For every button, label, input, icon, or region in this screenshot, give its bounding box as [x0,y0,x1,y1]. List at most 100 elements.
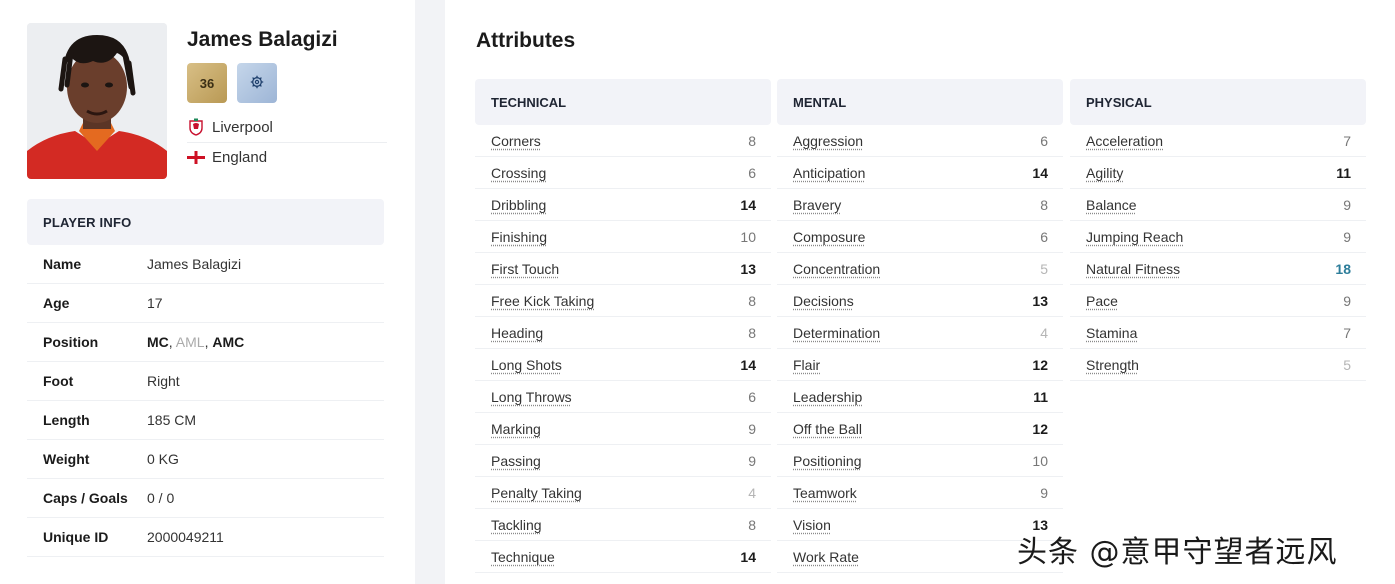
info-value: 0 KG [147,451,179,467]
club-link[interactable]: Liverpool [187,118,273,136]
attribute-row: Pace 9 [1070,285,1366,317]
info-label: Length [43,412,90,428]
attribute-name-link[interactable]: Stamina [1086,325,1137,341]
attribute-name-link[interactable]: Teamwork [793,485,857,501]
attribute-name-link[interactable]: Technique [491,549,555,565]
attribute-name-link[interactable]: Concentration [793,261,880,277]
attribute-value: 9 [748,420,756,437]
position-minor: AML [175,334,205,350]
info-row-age: Age 17 [27,284,384,323]
attribute-value: 9 [1343,292,1351,309]
attribute-value: 18 [1335,260,1351,277]
attribute-value: 9 [1343,196,1351,213]
attribute-value: 13 [740,260,756,277]
attribute-name-link[interactable]: Composure [793,229,865,245]
liverpool-crest-icon [187,118,205,136]
attribute-row: Marking 9 [475,413,771,445]
info-value: 2000049211 [147,529,224,545]
info-value: 0 / 0 [147,490,175,506]
attribute-value: 5 [1343,356,1351,373]
attribute-name-link[interactable]: Leadership [793,389,862,405]
attribute-name-link[interactable]: Decisions [793,293,854,309]
attribute-name-link[interactable]: Vision [793,517,831,533]
attribute-row: Balance 9 [1070,189,1366,221]
attribute-value: 11 [1033,388,1048,405]
attribute-name-link[interactable]: Tackling [491,517,542,533]
attribute-value: 13 [1032,292,1048,309]
attribute-column-header: TECHNICAL [475,79,771,125]
attribute-name-link[interactable]: Penalty Taking [491,485,582,501]
attribute-row: Tackling 8 [475,509,771,541]
attribute-name-link[interactable]: First Touch [491,261,559,277]
attribute-value: 14 [740,196,756,213]
attribute-row: Determination 4 [777,317,1063,349]
attribute-name-link[interactable]: Flair [793,357,820,373]
attribute-row: Strength 5 [1070,349,1366,381]
attribute-name-link[interactable]: Positioning [793,453,862,469]
attribute-row: Penalty Taking 4 [475,477,771,509]
settings-gear-icon [250,75,264,92]
attribute-name-link[interactable]: Agility [1086,165,1123,181]
watermark: 头条 @意甲守望者远风 [1017,535,1338,570]
info-row-length: Length 185 CM [27,401,384,440]
attribute-name-link[interactable]: Aggression [793,133,863,149]
info-row-position: Position MC, AML, AMC [27,323,384,362]
position-main: MC [147,334,169,350]
attribute-name-link[interactable]: Passing [491,453,541,469]
attribute-value: 14 [740,356,756,373]
info-value: 185 CM [147,412,197,428]
attributes-panel: Attributes TECHNICAL Corners 8 Crossing 6 Dri… [445,0,1395,584]
current-ability-value: 36 [199,75,215,91]
attribute-name-link[interactable]: Finishing [491,229,547,245]
player-summary-panel: James Balagizi 36 Liverpool England PLAY… [0,0,415,584]
attribute-name-link[interactable]: Marking [491,421,541,437]
attribute-name-link[interactable]: Off the Ball [793,421,862,437]
attribute-name-link[interactable]: Bravery [793,197,841,213]
attribute-value: 7 [1343,132,1351,149]
attribute-row: Leadership 11 [777,381,1063,413]
attribute-value: 8 [748,132,756,149]
attribute-name-link[interactable]: Anticipation [793,165,865,181]
attribute-row: Teamwork 9 [777,477,1063,509]
attribute-row: Flair 12 [777,349,1063,381]
attribute-name-link[interactable]: Long Shots [491,357,562,373]
attribute-row: Dribbling 14 [475,189,771,221]
attribute-name-link[interactable]: Balance [1086,197,1137,213]
info-label: Weight [43,451,90,467]
attribute-name-link[interactable]: Pace [1086,293,1118,309]
attribute-row: Decisions 13 [777,285,1063,317]
attribute-value: 8 [748,516,756,533]
attribute-value: 4 [748,484,756,501]
attribute-name-link[interactable]: Free Kick Taking [491,293,594,309]
attribute-value: 14 [740,548,756,565]
attribute-value: 5 [1040,260,1048,277]
attribute-row: Corners 8 [475,125,771,157]
attribute-name-link[interactable]: Long Throws [491,389,572,405]
attribute-row: Technique 14 [475,541,771,573]
attribute-name-link[interactable]: Natural Fitness [1086,261,1180,277]
nation-link[interactable]: England [187,148,267,166]
info-value: 17 [147,295,163,311]
attribute-row: Crossing 6 [475,157,771,189]
attribute-name-link[interactable]: Corners [491,133,541,149]
attribute-value: 9 [748,452,756,469]
attribute-name-link[interactable]: Determination [793,325,880,341]
attribute-name-link[interactable]: Work Rate [793,549,859,565]
attribute-name-link[interactable]: Dribbling [491,197,546,213]
attribute-row: Concentration 5 [777,253,1063,285]
attribute-name-link[interactable]: Heading [491,325,543,341]
attribute-row: Agility 11 [1070,157,1366,189]
mental-column: MENTAL Aggression 6 Anticipation 14 Bravery 8 C… [777,79,1063,573]
attribute-name-link[interactable]: Crossing [491,165,546,181]
role-badge[interactable] [237,63,277,103]
nation-name: England [212,148,268,166]
attribute-name-link[interactable]: Jumping Reach [1086,229,1183,245]
attribute-value: 8 [748,324,756,341]
attribute-name-link[interactable]: Strength [1086,357,1139,373]
position-separator: , [168,334,176,350]
attribute-name-link[interactable]: Acceleration [1086,133,1163,149]
attribute-row: Off the Ball 12 [777,413,1063,445]
attribute-row: Acceleration 7 [1070,125,1366,157]
attributes-title: Attributes [476,29,576,52]
attribute-value: 4 [1040,324,1048,341]
